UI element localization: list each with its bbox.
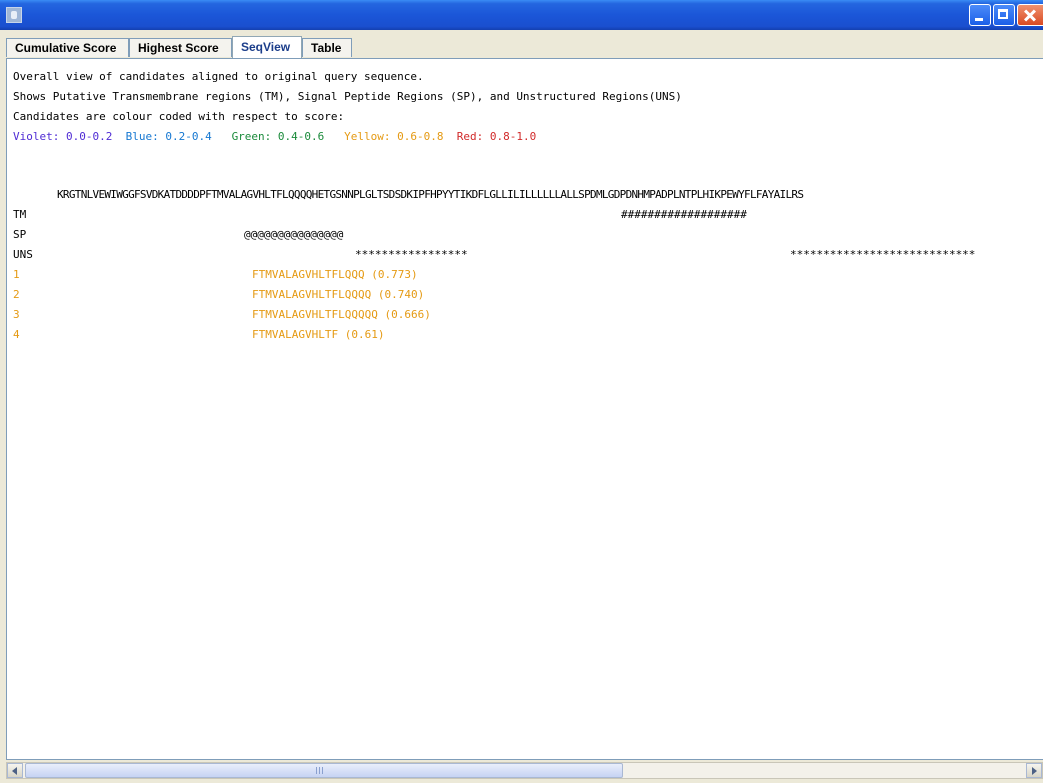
grip-icon	[316, 767, 325, 774]
uns-region-marks-1: *****************	[355, 248, 468, 261]
tab-highest-score[interactable]: Highest Score	[129, 38, 232, 57]
legend-green: Green: 0.4-0.6	[231, 130, 325, 143]
intro-line-3: Candidates are colour coded with respect…	[13, 110, 345, 123]
candidate-row: FTMVALAGVHLTFLQQQQ (0.740)	[252, 288, 424, 302]
horizontal-scrollbar[interactable]	[6, 762, 1043, 779]
candidate-rank: 4	[13, 328, 20, 341]
candidate-sequence: FTMVALAGVHLTFLQQQQ	[252, 288, 372, 301]
close-button[interactable]	[1017, 4, 1043, 26]
candidate-sequence: FTMVALAGVHLTFLQQQ	[252, 268, 365, 281]
sp-region-marks: @@@@@@@@@@@@@@@	[244, 228, 344, 241]
scrollbar-thumb[interactable]	[25, 763, 623, 778]
legend-yellow: Yellow: 0.6-0.8	[344, 130, 444, 143]
seqview-panel: Overall view of candidates aligned to or…	[6, 58, 1043, 760]
tab-seqview[interactable]: SeqView	[232, 36, 302, 58]
candidate-sequence: FTMVALAGVHLTF	[252, 328, 339, 341]
track-label-tm: TM	[13, 208, 27, 221]
candidate-row: FTMVALAGVHLTFLQQQQQ (0.666)	[252, 308, 431, 322]
candidate-rank: 3	[13, 308, 20, 321]
candidate-score: (0.61)	[344, 328, 385, 341]
candidate-score: (0.666)	[384, 308, 431, 321]
score-legend: Violet: 0.0-0.2 Blue: 0.2-0.4 Green: 0.4…	[13, 130, 536, 144]
candidate-rank: 1	[13, 268, 20, 281]
track-label-uns: UNS	[13, 248, 33, 261]
tab-table[interactable]: Table	[302, 38, 352, 57]
maximize-button[interactable]	[993, 4, 1015, 26]
candidate-score: (0.773)	[371, 268, 418, 281]
candidate-row: FTMVALAGVHLTFLQQQ (0.773)	[252, 268, 418, 282]
java-app-icon[interactable]	[6, 7, 22, 23]
candidate-score: (0.740)	[377, 288, 425, 301]
window-titlebar	[0, 0, 1043, 30]
scroll-left-arrow-icon[interactable]	[7, 763, 23, 778]
candidate-rank: 2	[13, 288, 20, 301]
candidate-sequence: FTMVALAGVHLTFLQQQQQ	[252, 308, 378, 321]
intro-line-1: Overall view of candidates aligned to or…	[13, 70, 424, 83]
tm-region-marks: ###################	[621, 208, 747, 221]
tab-cumulative-score[interactable]: Cumulative Score	[6, 38, 129, 57]
legend-blue: Blue: 0.2-0.4	[125, 130, 212, 143]
candidate-row: FTMVALAGVHLTF (0.61)	[252, 328, 384, 342]
legend-violet: Violet: 0.0-0.2	[13, 130, 113, 143]
intro-line-2: Shows Putative Transmembrane regions (TM…	[13, 90, 682, 103]
minimize-button[interactable]	[969, 4, 991, 26]
uns-region-marks-2: ****************************	[790, 248, 976, 261]
query-sequence: KRGTNLVEWIWGGFSVDKATDDDDPFTMVALAGVHLTFLQ…	[57, 188, 804, 201]
scroll-right-arrow-icon[interactable]	[1026, 763, 1042, 778]
legend-red: Red: 0.8-1.0	[456, 130, 537, 143]
track-label-sp: SP	[13, 228, 27, 241]
